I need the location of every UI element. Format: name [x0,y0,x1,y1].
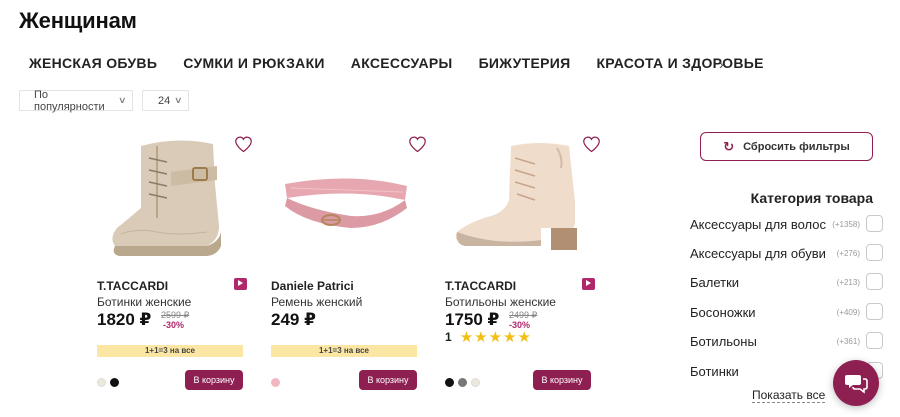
chevron-right-icon[interactable]: › [719,56,724,72]
filter-checkbox[interactable] [866,273,883,290]
filter-checkbox[interactable] [866,303,883,320]
category-jewelry[interactable]: БИЖУТЕРИЯ [479,55,571,71]
color-swatch[interactable] [110,378,119,387]
reset-filters-button[interactable]: ↻ Сбросить фильтры [700,132,873,161]
filter-option[interactable]: Аксессуары для волос (+1358) [690,214,884,234]
favorite-heart-icon[interactable] [582,136,601,153]
product-brand: T.TACCARDI [97,279,169,293]
refresh-icon: ↻ [723,138,735,154]
color-swatch[interactable] [458,378,467,387]
product-card[interactable]: Daniele Patrici Ремень женский 249 ₽ 1+1… [271,128,431,392]
star-icon: ★ [503,329,517,346]
product-brand: Daniele Patrici [271,279,354,293]
product-name[interactable]: Ремень женский [271,295,362,309]
filter-option[interactable]: Ботильоны (+361) [690,331,884,351]
category-nav: ЖЕНСКАЯ ОБУВЬ СУМКИ И РЮКЗАКИ АКСЕССУАРЫ… [29,53,790,73]
filter-option[interactable]: Аксессуары для обуви (+276) [690,243,884,263]
product-card[interactable]: T.TACCARDI Ботильоны женские 1750 ₽ 2499… [445,128,605,392]
color-swatches [271,378,284,387]
chevron-down-icon: ∨ [174,95,183,105]
filter-option-label: Аксессуары для волос [690,217,826,232]
filter-option-count: (+361) [836,337,860,346]
chat-icon [845,375,868,394]
filter-option-label: Босоножки [690,305,756,320]
product-brand: T.TACCARDI [445,279,517,293]
product-image-boots[interactable] [97,128,257,268]
filter-option[interactable]: Босоножки (+409) [690,302,884,322]
favorite-heart-icon[interactable] [408,136,427,153]
filter-option-count: (+409) [836,308,860,317]
show-all-link[interactable]: Показать все [752,388,826,403]
filter-option-label: Аксессуары для обуви [690,246,826,261]
star-icon: ★ [517,329,531,346]
star-icon: ★ [459,329,474,346]
per-page-select[interactable]: 24 ∨ [142,90,189,111]
page-title: Женщинам [19,8,137,33]
color-swatch[interactable] [271,378,280,387]
rating-value: 1 [445,330,452,344]
chevron-down-icon: ∨ [118,95,127,105]
reset-filters-label: Сбросить фильтры [743,140,850,153]
color-swatch[interactable] [97,378,106,387]
product-name[interactable]: Ботинки женские [97,295,191,309]
product-price: 1820 ₽ [97,310,152,329]
product-discount: -30% [163,320,185,330]
filter-checkbox[interactable] [866,215,883,232]
product-rating: 1 ★ ★ ★ ★ ★ [445,328,532,346]
filter-checkbox[interactable] [866,332,883,349]
star-icon: ★ [488,329,503,346]
category-womens-shoes[interactable]: ЖЕНСКАЯ ОБУВЬ [29,55,157,71]
star-icon: ★ [474,329,488,346]
add-to-cart-button[interactable]: В корзину [359,370,417,390]
product-image-belt[interactable] [271,128,431,268]
sort-select[interactable]: По популярности ∨ [19,88,133,113]
per-page-value: 24 [158,94,171,107]
category-bags[interactable]: СУМКИ И РЮКЗАКИ [183,55,325,71]
filter-option[interactable]: Балетки (+213) [690,272,884,292]
color-swatches [97,378,123,387]
product-price: 1750 ₽ [445,310,500,329]
video-icon[interactable] [234,278,247,290]
add-to-cart-button[interactable]: В корзину [533,370,591,390]
category-accessories[interactable]: АКСЕССУАРЫ [351,55,453,71]
add-to-cart-button[interactable]: В корзину [185,370,243,390]
favorite-heart-icon[interactable] [234,136,253,153]
sort-select-value: По популярности [34,88,105,113]
promo-badge: 1+1=3 на все [271,345,417,357]
filter-category-title: Категория товара [750,190,873,206]
filter-option-label: Ботинки [690,364,739,379]
video-icon[interactable] [582,278,595,290]
color-swatch[interactable] [445,378,454,387]
filter-option-label: Ботильоны [690,334,757,349]
product-name[interactable]: Ботильоны женские [445,295,556,309]
filter-option-count: (+1358) [832,220,860,229]
filter-option-label: Балетки [690,275,740,290]
product-card[interactable]: T.TACCARDI Ботинки женские 1820 ₽ 2599 ₽… [97,128,257,392]
category-beauty[interactable]: КРАСОТА И ЗДОРОВЬЕ [596,55,763,71]
product-price: 249 ₽ [271,310,316,329]
color-swatches [445,378,484,387]
filter-option-count: (+276) [836,249,860,258]
product-image-ankle-boots[interactable] [445,128,605,268]
chat-button[interactable] [833,360,879,406]
sort-controls: По популярности ∨ 24 ∨ [19,88,198,113]
promo-badge: 1+1=3 на все [97,345,243,357]
color-swatch[interactable] [471,378,480,387]
filter-checkbox[interactable] [866,244,883,261]
filter-option-count: (+213) [836,278,860,287]
